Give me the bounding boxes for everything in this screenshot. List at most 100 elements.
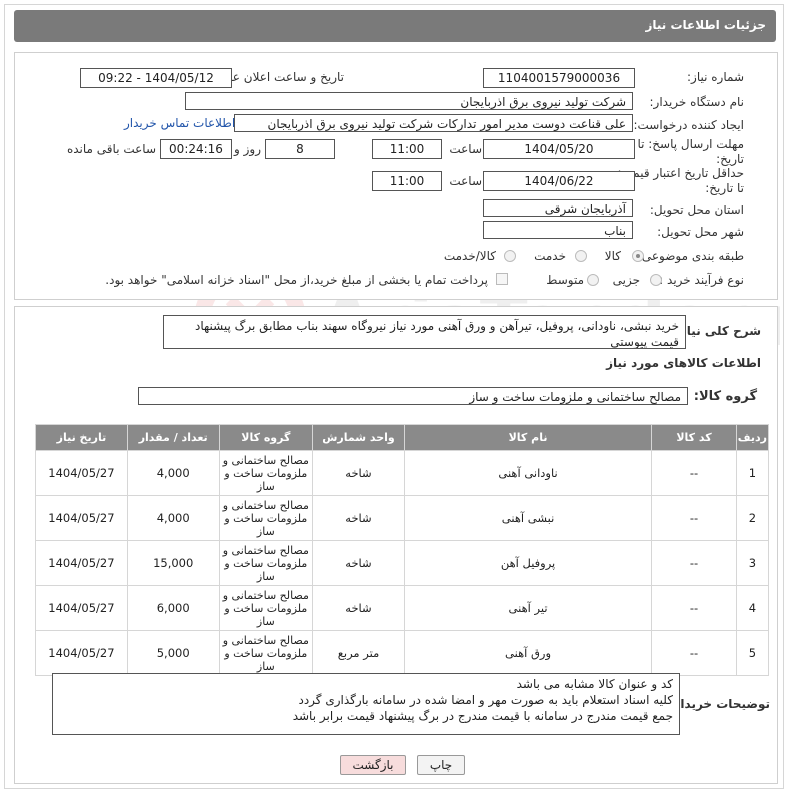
back-button[interactable]: بازگشت xyxy=(340,755,406,775)
buyer-org-label: نام دستگاه خریدار: xyxy=(649,95,745,109)
cell-qty: 4,000 xyxy=(126,450,220,496)
cell-name: ناودانی آهنی xyxy=(403,450,653,496)
cell-group: مصالح ساختمانی و ملزومات ساخت و ساز xyxy=(218,495,314,541)
cell-date: 1404/05/27 xyxy=(35,630,128,676)
buyer-note-line: جمع قیمت مندرج در سامانه با قیمت مندرج د… xyxy=(292,709,673,723)
cell-date: 1404/05/27 xyxy=(35,585,128,631)
cell-code: -- xyxy=(651,450,737,496)
price-validity-date-field: 1404/06/22 xyxy=(483,171,635,191)
category-goods-label: کالا xyxy=(604,249,621,263)
cell-group: مصالح ساختمانی و ملزومات ساخت و ساز xyxy=(218,540,314,586)
table-row: 2 -- نبشی آهنی شاخه مصالح ساختمانی و ملز… xyxy=(35,495,770,541)
need-number-field: 1104001579000036 xyxy=(483,68,635,88)
category-service-label: خدمت xyxy=(534,249,566,263)
process-minor-radio[interactable] xyxy=(650,274,662,286)
remaining-time-label: ساعت باقی مانده xyxy=(66,142,156,156)
cell-name: پروفیل آهن xyxy=(403,540,653,586)
cell-unit: شاخه xyxy=(312,540,405,586)
province-field: آذربایجان شرقی xyxy=(483,199,633,217)
col-group: گروه کالا xyxy=(218,424,314,451)
cell-code: -- xyxy=(651,630,737,676)
category-service-radio[interactable] xyxy=(575,250,587,262)
city-label: شهر محل تحویل: xyxy=(657,225,744,239)
reply-time-field: 11:00 xyxy=(372,139,442,159)
category-goods-radio[interactable] xyxy=(632,250,644,262)
cell-code: -- xyxy=(651,585,737,631)
remaining-days-field: 8 xyxy=(265,139,335,159)
table-row: 4 -- تیر آهنی شاخه مصالح ساختمانی و ملزو… xyxy=(35,585,770,631)
cell-group: مصالح ساختمانی و ملزومات ساخت و ساز xyxy=(218,630,314,676)
col-date: تاریخ نیاز xyxy=(35,424,128,451)
goods-table: ردیف کد کالا نام کالا واحد شمارش گروه کا… xyxy=(35,424,770,676)
cell-unit: شاخه xyxy=(312,495,405,541)
print-button[interactable]: چاپ xyxy=(417,755,465,775)
cell-row: 3 xyxy=(735,540,770,586)
col-code: کد کالا xyxy=(651,424,737,451)
reply-date-field: 1404/05/20 xyxy=(483,139,635,159)
buyer-note-line: کد و عنوان کالا مشابه می باشد xyxy=(516,677,673,691)
cell-unit: شاخه xyxy=(312,450,405,496)
cell-qty: 5,000 xyxy=(126,630,220,676)
cell-qty: 15,000 xyxy=(126,540,220,586)
requester-field: علی قناعت دوست مدیر امور تدارکات شرکت تو… xyxy=(234,114,633,132)
description-label: شرح کلی نیاز: xyxy=(675,324,761,338)
cell-group: مصالح ساختمانی و ملزومات ساخت و ساز xyxy=(218,585,314,631)
col-row: ردیف xyxy=(735,424,770,451)
table-row: 5 -- ورق آهنی متر مربع مصالح ساختمانی و … xyxy=(35,630,770,676)
cell-row: 2 xyxy=(735,495,770,541)
cell-code: -- xyxy=(651,495,737,541)
cell-row: 1 xyxy=(735,450,770,496)
cell-name: ورق آهنی xyxy=(403,630,653,676)
table-header-row: ردیف کد کالا نام کالا واحد شمارش گروه کا… xyxy=(35,424,770,451)
remaining-time-field: 00:24:16 xyxy=(160,139,232,159)
col-name: نام کالا xyxy=(403,424,653,451)
price-validity-time-field: 11:00 xyxy=(372,171,442,191)
treasury-payment-checkbox[interactable] xyxy=(496,273,508,285)
cell-date: 1404/05/27 xyxy=(35,540,128,586)
buyer-org-field: شرکت تولید نیروی برق اذربایجان xyxy=(185,92,633,110)
cell-unit: متر مربع xyxy=(312,630,405,676)
cell-code: -- xyxy=(651,540,737,586)
buyer-notes-textarea[interactable]: کد و عنوان کالا مشابه می باشد کلیه اسناد… xyxy=(52,673,680,735)
category-label: طبقه بندی موضوعی: xyxy=(637,249,744,263)
cell-unit: شاخه xyxy=(312,585,405,631)
buyer-contact-link[interactable]: اطلاعات تماس خریدار xyxy=(124,116,235,130)
cell-qty: 6,000 xyxy=(126,585,220,631)
province-label: استان محل تحویل: xyxy=(649,203,744,217)
days-label: روز و xyxy=(234,142,261,156)
cell-name: نبشی آهنی xyxy=(403,495,653,541)
process-medium-radio[interactable] xyxy=(587,274,599,286)
buyer-note-line: کلیه اسناد استعلام باید به صورت مهر و ام… xyxy=(298,693,673,707)
city-field: بناب xyxy=(483,221,633,239)
process-medium-label: متوسط xyxy=(546,273,584,287)
requester-label: ایجاد کننده درخواست: xyxy=(633,118,744,132)
col-unit: واحد شمارش xyxy=(312,424,405,451)
treasury-payment-note: پرداخت تمام یا بخشی از مبلغ خرید،از محل … xyxy=(105,273,488,287)
page-header: جزئیات اطلاعات نیاز xyxy=(14,10,776,42)
table-row: 1 -- ناودانی آهنی شاخه مصالح ساختمانی و … xyxy=(35,450,770,496)
buyer-notes-label: توضیحات خریدار: xyxy=(668,697,770,711)
cell-row: 5 xyxy=(735,630,770,676)
page-title: جزئیات اطلاعات نیاز xyxy=(645,18,766,32)
category-goods-service-radio[interactable] xyxy=(504,250,516,262)
category-goods-service-label: کالا/خدمت xyxy=(443,249,496,263)
need-number-label: شماره نیاز: xyxy=(687,70,744,84)
announce-datetime-field: 1404/05/12 - 09:22 xyxy=(80,68,232,88)
cell-qty: 4,000 xyxy=(126,495,220,541)
cell-date: 1404/05/27 xyxy=(35,495,128,541)
cell-group: مصالح ساختمانی و ملزومات ساخت و ساز xyxy=(218,450,314,496)
col-qty: تعداد / مقدار xyxy=(126,424,220,451)
reply-time-label: ساعت xyxy=(449,142,482,156)
cell-row: 4 xyxy=(735,585,770,631)
cell-name: تیر آهنی xyxy=(403,585,653,631)
cell-date: 1404/05/27 xyxy=(35,450,128,496)
process-label: نوع فرآیند خرید : xyxy=(659,273,744,287)
goods-info-title: اطلاعات کالاهای مورد نیاز xyxy=(606,356,761,370)
reply-deadline-label: مهلت ارسال پاسخ: تا تاریخ: xyxy=(637,137,744,166)
goods-group-field: مصالح ساختمانی و ملزومات ساخت و ساز xyxy=(138,387,688,405)
price-validity-time-label: ساعت xyxy=(449,174,482,188)
description-textarea[interactable]: خرید نبشی، ناودانی، پروفیل، تیرآهن و ورق… xyxy=(163,315,686,349)
goods-group-label: گروه کالا: xyxy=(693,389,757,404)
table-row: 3 -- پروفیل آهن شاخه مصالح ساختمانی و مل… xyxy=(35,540,770,586)
process-minor-label: جزیی xyxy=(612,273,640,287)
